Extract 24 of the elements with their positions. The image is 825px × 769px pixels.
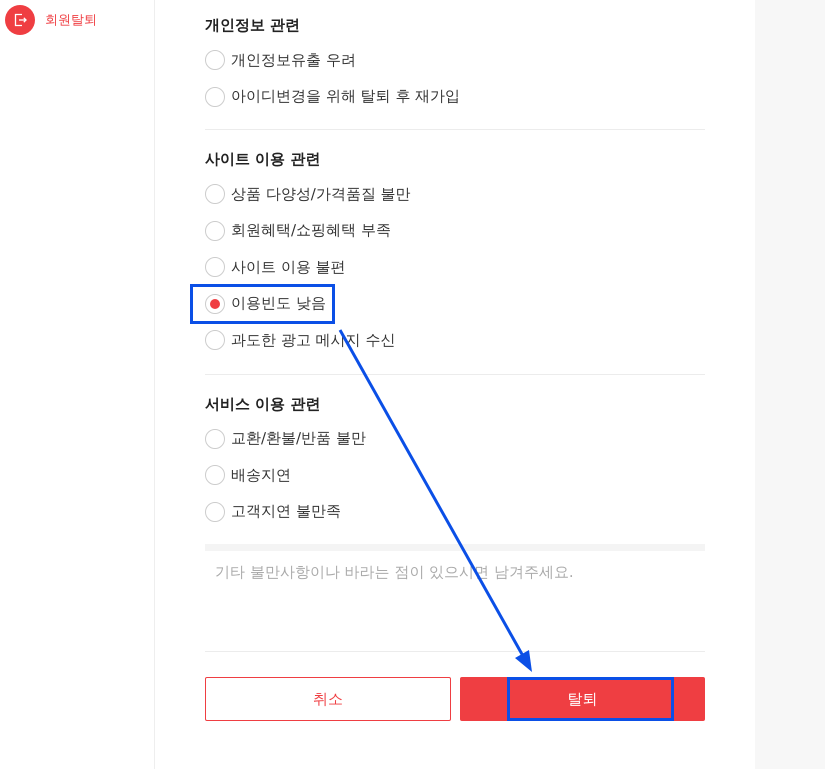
option-label[interactable]: 아이디변경을 위해 탈퇴 후 재가입 bbox=[231, 87, 460, 106]
radio-button[interactable] bbox=[205, 502, 225, 522]
option-label[interactable]: 개인정보유출 우려 bbox=[231, 50, 356, 70]
section-heading: 서비스 이용 관련 bbox=[205, 394, 320, 414]
option-label[interactable]: 교환/환불/반품 불만 bbox=[231, 429, 366, 448]
option-label[interactable]: 배송지연 bbox=[231, 466, 291, 485]
radio-button[interactable] bbox=[205, 330, 225, 350]
sidebar-item[interactable]: 회원탈퇴 bbox=[45, 11, 97, 29]
option-label[interactable]: 이용빈도 낮음 bbox=[231, 294, 326, 314]
section-heading: 개인정보 관련 bbox=[205, 15, 300, 36]
radio-button[interactable] bbox=[205, 184, 225, 204]
radio-button[interactable] bbox=[205, 86, 225, 107]
option-label[interactable]: 사이트 이용 불편 bbox=[231, 258, 346, 277]
radio-button[interactable] bbox=[205, 465, 225, 486]
option-label[interactable]: 고객지연 불만족 bbox=[231, 502, 341, 522]
radio-button[interactable] bbox=[205, 220, 225, 241]
option-label[interactable]: 회원혜택/쇼핑혜택 부족 bbox=[231, 221, 391, 240]
radio-button[interactable] bbox=[205, 50, 225, 70]
option-label[interactable]: 상품 다양성/가격품질 불만 bbox=[231, 184, 411, 204]
cancel-button[interactable]: 취소 bbox=[205, 677, 450, 721]
radio-button[interactable] bbox=[205, 257, 225, 278]
radio-button[interactable] bbox=[205, 428, 225, 449]
radio-button[interactable] bbox=[205, 294, 225, 314]
section-heading: 사이트 이용 관련 bbox=[205, 149, 320, 170]
